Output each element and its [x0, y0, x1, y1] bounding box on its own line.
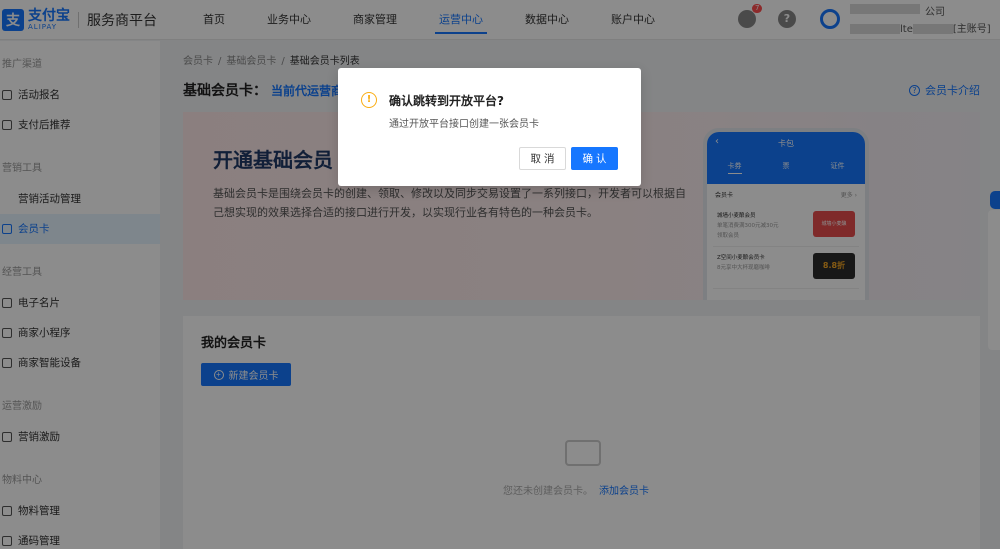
- warning-icon: !: [361, 92, 377, 108]
- cancel-button[interactable]: 取 消: [519, 147, 566, 170]
- confirm-button[interactable]: 确 认: [571, 147, 618, 170]
- confirm-modal: ! 确认跳转到开放平台? 通过开放平台接口创建一张会员卡 取 消 确 认: [338, 68, 641, 186]
- modal-content: 通过开放平台接口创建一张会员卡: [389, 119, 539, 130]
- modal-title: 确认跳转到开放平台?: [389, 94, 504, 108]
